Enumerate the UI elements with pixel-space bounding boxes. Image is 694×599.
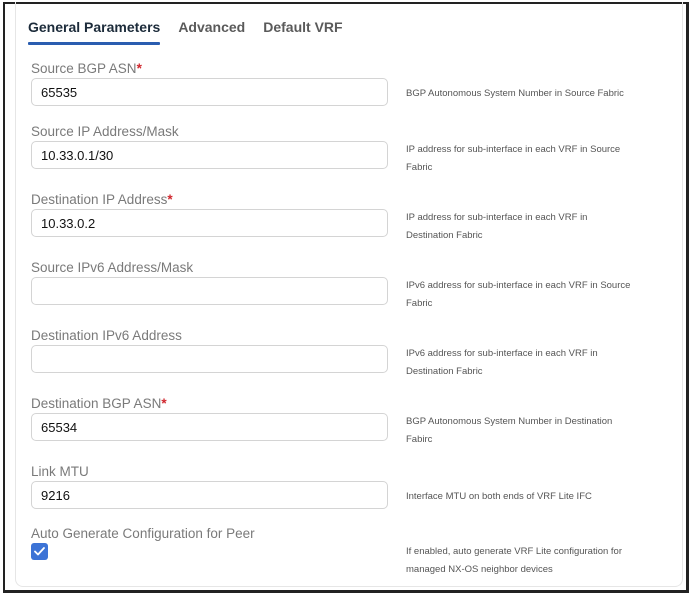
source-ipv6-mask-input[interactable]: [31, 277, 388, 305]
field-source-bgp-asn: Source BGP ASN* BGP Autonomous System Nu…: [31, 61, 671, 121]
destination-ip-input[interactable]: [31, 209, 388, 237]
required-marker: *: [167, 192, 173, 207]
field-label: Destination BGP ASN*: [31, 396, 167, 411]
source-ip-mask-input[interactable]: [31, 141, 388, 169]
destination-ipv6-input[interactable]: [31, 345, 388, 373]
field-description: BGP Autonomous System Number in Source F…: [406, 88, 624, 99]
field-description: IP address for sub-interface in each VRF…: [406, 212, 588, 241]
field-label: Destination IP Address*: [31, 192, 173, 207]
field-label: Link MTU: [31, 464, 89, 479]
field-description: BGP Autonomous System Number in Destinat…: [406, 416, 613, 445]
field-description: IPv6 address for sub-interface in each V…: [406, 348, 598, 377]
field-auto-generate: Auto Generate Configuration for Peer If …: [31, 526, 671, 586]
field-description: If enabled, auto generate VRF Lite confi…: [406, 546, 622, 575]
auto-generate-checkbox[interactable]: [31, 543, 48, 560]
field-label: Source BGP ASN*: [31, 61, 142, 76]
field-source-ipv6-mask: Source IPv6 Address/Mask IPv6 address fo…: [31, 260, 671, 320]
field-destination-ip: Destination IP Address* IP address for s…: [31, 192, 671, 252]
field-link-mtu: Link MTU Interface MTU on both ends of V…: [31, 464, 671, 524]
tab-bar: General Parameters Advanced Default VRF: [28, 19, 361, 45]
tab-default-vrf[interactable]: Default VRF: [263, 19, 342, 45]
destination-bgp-asn-input[interactable]: [31, 413, 388, 441]
field-label: Source IP Address/Mask: [31, 124, 179, 139]
required-marker: *: [136, 61, 142, 76]
window-frame: General Parameters Advanced Default VRF …: [3, 2, 689, 593]
field-label: Destination IPv6 Address: [31, 328, 182, 343]
required-marker: *: [161, 396, 167, 411]
field-label: Auto Generate Configuration for Peer: [31, 526, 255, 541]
tab-general-parameters[interactable]: General Parameters: [28, 19, 161, 45]
field-destination-bgp-asn: Destination BGP ASN* BGP Autonomous Syst…: [31, 396, 671, 456]
field-source-ip-mask: Source IP Address/Mask IP address for su…: [31, 124, 671, 184]
link-mtu-input[interactable]: [31, 481, 388, 509]
checkmark-icon: [34, 547, 45, 556]
field-label: Source IPv6 Address/Mask: [31, 260, 194, 275]
field-description: IPv6 address for sub-interface in each V…: [406, 280, 631, 309]
field-destination-ipv6: Destination IPv6 Address IPv6 address fo…: [31, 328, 671, 388]
tab-advanced[interactable]: Advanced: [178, 19, 245, 45]
source-bgp-asn-input[interactable]: [31, 78, 388, 106]
field-description: Interface MTU on both ends of VRF Lite I…: [406, 491, 592, 502]
field-description: IP address for sub-interface in each VRF…: [406, 144, 621, 173]
